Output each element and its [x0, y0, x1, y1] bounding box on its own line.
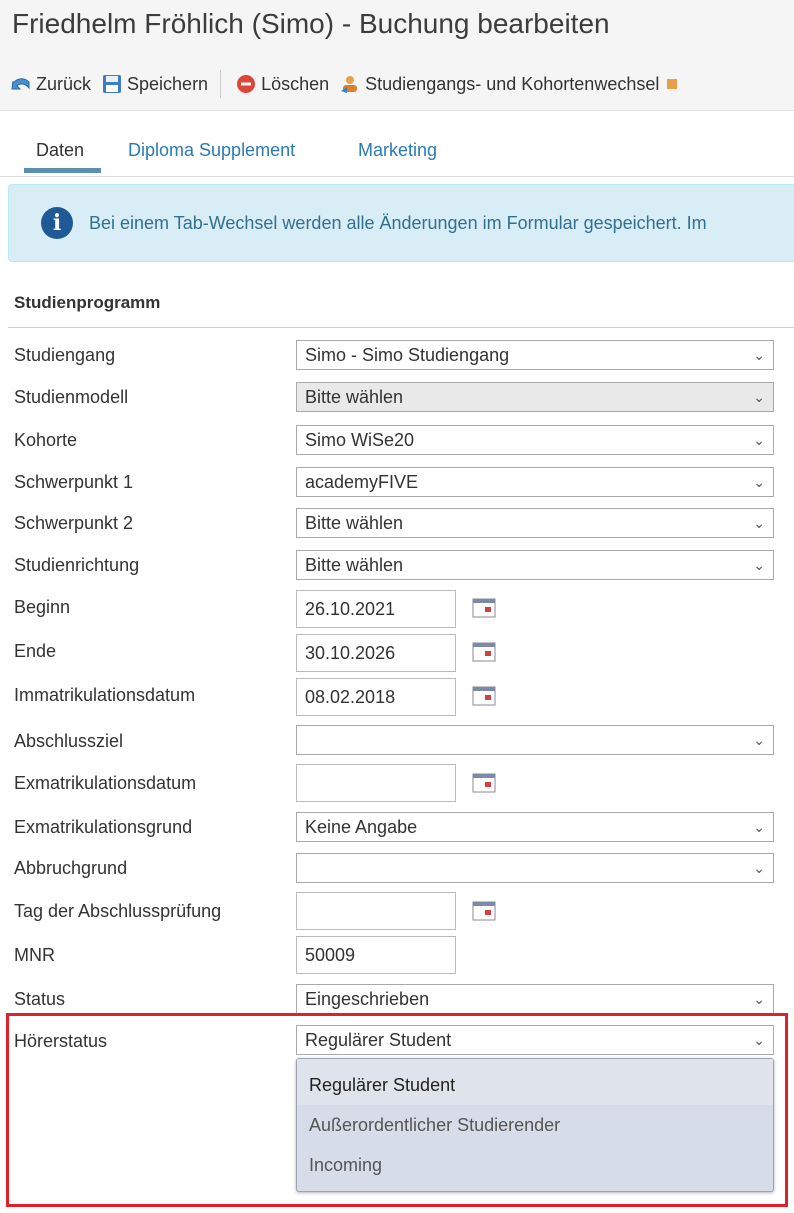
ende-date-input[interactable]: 30.10.2026	[296, 634, 456, 672]
studiengang-select[interactable]: Simo - Simo Studiengang ⌄	[296, 340, 774, 370]
section-title: Studienprogramm	[14, 293, 161, 312]
chevron-down-icon: ⌄	[753, 557, 765, 573]
info-icon: i	[41, 207, 73, 239]
studienrichtung-select[interactable]: Bitte wählen ⌄	[296, 550, 774, 580]
back-arrow-icon	[11, 78, 30, 90]
chevron-down-icon: ⌄	[753, 860, 765, 876]
studiengang-value: Simo - Simo Studiengang	[305, 345, 510, 365]
schwerpunkt1-label: Schwerpunkt 1	[14, 472, 134, 492]
status-label: Status	[14, 989, 66, 1009]
immatrikulationsdatum-label: Immatrikulationsdatum	[14, 685, 196, 705]
tab-daten[interactable]: Daten	[36, 140, 84, 161]
chevron-down-icon: ⌄	[753, 732, 765, 748]
toolbar-separator	[220, 70, 222, 98]
floppy-disk-icon	[103, 75, 122, 93]
hoererstatus-value: Regulärer Student	[305, 1030, 452, 1050]
exmatrikulationsdatum-label: Exmatrikulationsdatum	[14, 773, 197, 793]
status-value: Eingeschrieben	[305, 989, 430, 1009]
program-switch-button[interactable]: Studiengangs- und Kohortenwechsel	[339, 73, 659, 95]
back-label: Zurück	[36, 73, 92, 94]
delete-button[interactable]: Löschen	[235, 73, 329, 95]
tab-diploma-supplement[interactable]: Diploma Supplement	[128, 140, 295, 161]
schwerpunkt1-value: academyFIVE	[305, 472, 419, 492]
back-button[interactable]: Zurück	[10, 73, 91, 95]
studienmodell-label: Studienmodell	[14, 387, 129, 407]
exmatrikulationsdatum-date-input[interactable]	[296, 764, 456, 802]
red-minus-circle-icon	[237, 75, 256, 93]
mnr-input[interactable]: 50009	[296, 936, 456, 974]
chevron-down-icon: ⌄	[753, 432, 765, 448]
page-title: Friedhelm Fröhlich (Simo) - Buchung bear…	[12, 8, 610, 39]
chevron-down-icon: ⌄	[753, 991, 765, 1007]
studienmodell-value: Bitte wählen	[305, 387, 404, 407]
schwerpunkt2-value: Bitte wählen	[305, 513, 404, 533]
dropdown-option[interactable]: Incoming	[309, 1155, 382, 1176]
kohorte-label: Kohorte	[14, 430, 78, 450]
studienrichtung-value: Bitte wählen	[305, 555, 404, 575]
kohorte-select[interactable]: Simo WiSe20 ⌄	[296, 425, 774, 455]
chevron-down-icon: ⌄	[753, 347, 765, 363]
exmatrikulationsgrund-label: Exmatrikulationsgrund	[14, 817, 193, 837]
abbruchgrund-select[interactable]: ⌄	[296, 853, 774, 883]
chevron-down-icon: ⌄	[753, 389, 765, 405]
immatrikulationsdatum-date-input[interactable]: 08.02.2018	[296, 678, 456, 716]
hoererstatus-label: Hörerstatus	[14, 1031, 108, 1051]
hoererstatus-dropdown: Regulärer Student Außerordentlicher Stud…	[296, 1058, 774, 1192]
alert-message: Bei einem Tab-Wechsel werden alle Änderu…	[89, 213, 707, 233]
dropdown-option[interactable]: Regulärer Student	[309, 1075, 455, 1096]
studienmodell-select[interactable]: Bitte wählen ⌄	[296, 382, 774, 412]
schwerpunkt1-select[interactable]: academyFIVE ⌄	[296, 467, 774, 497]
info-alert: i Bei einem Tab-Wechsel werden alle Ände…	[8, 184, 794, 262]
schwerpunkt2-label: Schwerpunkt 2	[14, 513, 134, 533]
beginn-label: Beginn	[14, 597, 71, 617]
studienrichtung-label: Studienrichtung	[14, 555, 140, 575]
dropdown-option[interactable]: Außerordentlicher Studierender	[309, 1115, 560, 1136]
mnr-label: MNR	[14, 945, 55, 965]
calendar-icon[interactable]	[472, 773, 496, 793]
hoererstatus-select[interactable]: Regulärer Student ⌄	[296, 1025, 774, 1055]
toolbar: Zurück Speichern Löschen Studiengangs- u…	[0, 58, 794, 111]
schwerpunkt2-select[interactable]: Bitte wählen ⌄	[296, 508, 774, 538]
calendar-icon[interactable]	[472, 686, 496, 706]
chevron-down-icon: ⌄	[753, 1032, 765, 1048]
chevron-down-icon: ⌄	[753, 515, 765, 531]
abbruchgrund-label: Abbruchgrund	[14, 858, 128, 878]
save-button[interactable]: Speichern	[101, 73, 208, 95]
active-tab-indicator	[24, 168, 101, 173]
exmatrikulationsgrund-select[interactable]: Keine Angabe ⌄	[296, 812, 774, 842]
exmatrikulationsgrund-value: Keine Angabe	[305, 817, 418, 837]
abschlussziel-label: Abschlussziel	[14, 731, 124, 751]
overflow-icon	[667, 79, 678, 89]
tag-abschlusspruefung-label: Tag der Abschlussprüfung	[14, 901, 222, 921]
calendar-icon[interactable]	[472, 642, 496, 662]
tag-abschlusspruefung-date-input[interactable]	[296, 892, 456, 930]
title-bar: Friedhelm Fröhlich (Simo) - Buchung bear…	[0, 0, 794, 58]
tab-marketing[interactable]: Marketing	[358, 140, 437, 161]
ende-label: Ende	[14, 641, 57, 661]
delete-label: Löschen	[261, 73, 330, 94]
tab-bar: Daten Diploma Supplement Marketing	[0, 110, 794, 177]
save-label: Speichern	[127, 73, 209, 94]
status-select[interactable]: Eingeschrieben ⌄	[296, 984, 774, 1014]
chevron-down-icon: ⌄	[753, 474, 765, 490]
beginn-date-input[interactable]: 26.10.2021	[296, 590, 456, 628]
abschlussziel-select[interactable]: ⌄	[296, 725, 774, 755]
calendar-icon[interactable]	[472, 598, 496, 618]
program-switch-label: Studiengangs- und Kohortenwechsel	[365, 73, 660, 94]
chevron-down-icon: ⌄	[753, 819, 765, 835]
user-switch-icon	[341, 76, 358, 93]
studiengang-label: Studiengang	[14, 345, 116, 365]
section-divider	[8, 327, 794, 328]
kohorte-value: Simo WiSe20	[305, 430, 415, 450]
calendar-icon[interactable]	[472, 901, 496, 921]
